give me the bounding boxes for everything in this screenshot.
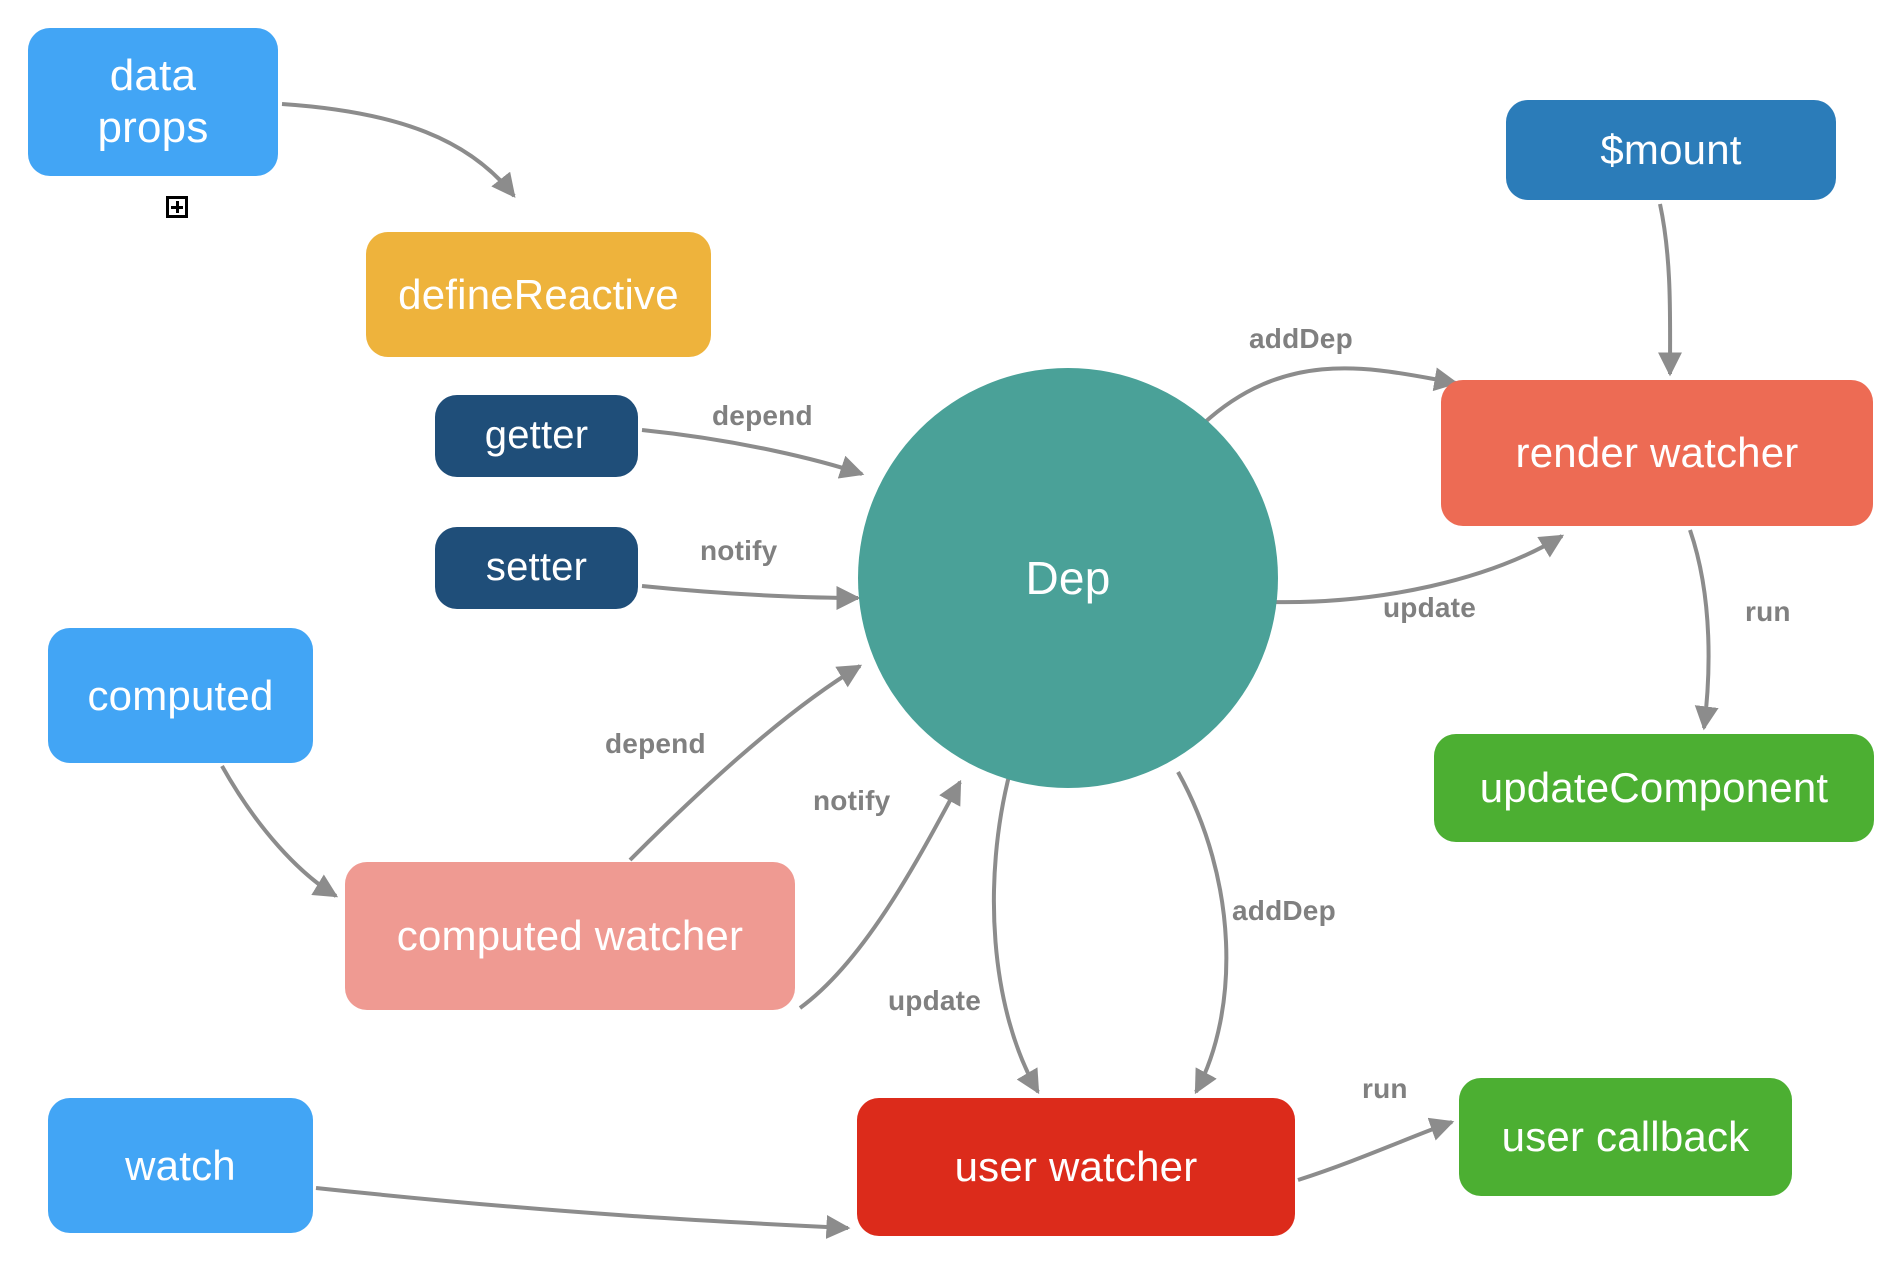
- node-update-component[interactable]: updateComponent: [1434, 734, 1874, 842]
- node-dep[interactable]: Dep: [858, 368, 1278, 788]
- edge-label-label-run-user-callback: run: [1362, 1073, 1408, 1104]
- node-setter[interactable]: setter: [435, 527, 638, 609]
- node-user-watcher[interactable]: user watcher: [857, 1098, 1295, 1236]
- edge-label-label-run-update-component: run: [1745, 596, 1791, 627]
- node-computed[interactable]: computed: [48, 628, 313, 763]
- edge-label-label-update-render: update: [1383, 592, 1476, 623]
- edge-computed-watcher-to-dep-depend: [628, 664, 863, 862]
- edge-label-label-notify-computed: notify: [813, 785, 891, 816]
- node-watch[interactable]: watch: [48, 1098, 313, 1233]
- edge-dep-to-user-watcher-update: [991, 771, 1040, 1095]
- node-computed-watcher[interactable]: computed watcher: [345, 862, 795, 1010]
- edge-dep-to-render-watcher: [1201, 366, 1459, 426]
- node-data-props[interactable]: data props: [28, 28, 278, 176]
- edge-computed-to-computed-watcher: [220, 765, 339, 898]
- edge-getter-to-dep: [641, 428, 865, 479]
- edge-mount-to-render-watcher: [1658, 203, 1683, 377]
- edge-watch-to-user-watcher: [315, 1186, 851, 1239]
- node-mount[interactable]: $mount: [1506, 100, 1836, 200]
- node-getter[interactable]: getter: [435, 395, 638, 477]
- edge-label-label-adddep-user: addDep: [1232, 895, 1336, 926]
- node-render-watcher[interactable]: render watcher: [1441, 380, 1873, 526]
- edge-label-label-adddep-render: addDep: [1249, 323, 1353, 354]
- node-define-reactive[interactable]: defineReactive: [366, 232, 711, 357]
- edge-label-label-notify-setter: notify: [700, 535, 778, 566]
- edge-label-label-update-user: update: [888, 985, 981, 1016]
- edge-data-props-to-define-reactive: [281, 102, 516, 198]
- node-user-callback[interactable]: user callback: [1459, 1078, 1792, 1196]
- edge-render-watcher-to-update-component: [1688, 529, 1719, 731]
- edge-label-label-depend-getter: depend: [712, 400, 813, 431]
- edge-setter-to-dep: [641, 584, 861, 610]
- edge-dep-to-user-watcher-adddep: [1176, 771, 1229, 1095]
- diagram-canvas: data props defineReactive getter setter comp…: [0, 0, 1898, 1278]
- crosshair-cursor-icon: [166, 196, 188, 218]
- edge-label-label-depend-computed: depend: [605, 728, 706, 759]
- edge-user-watcher-to-user-callback: [1297, 1117, 1455, 1182]
